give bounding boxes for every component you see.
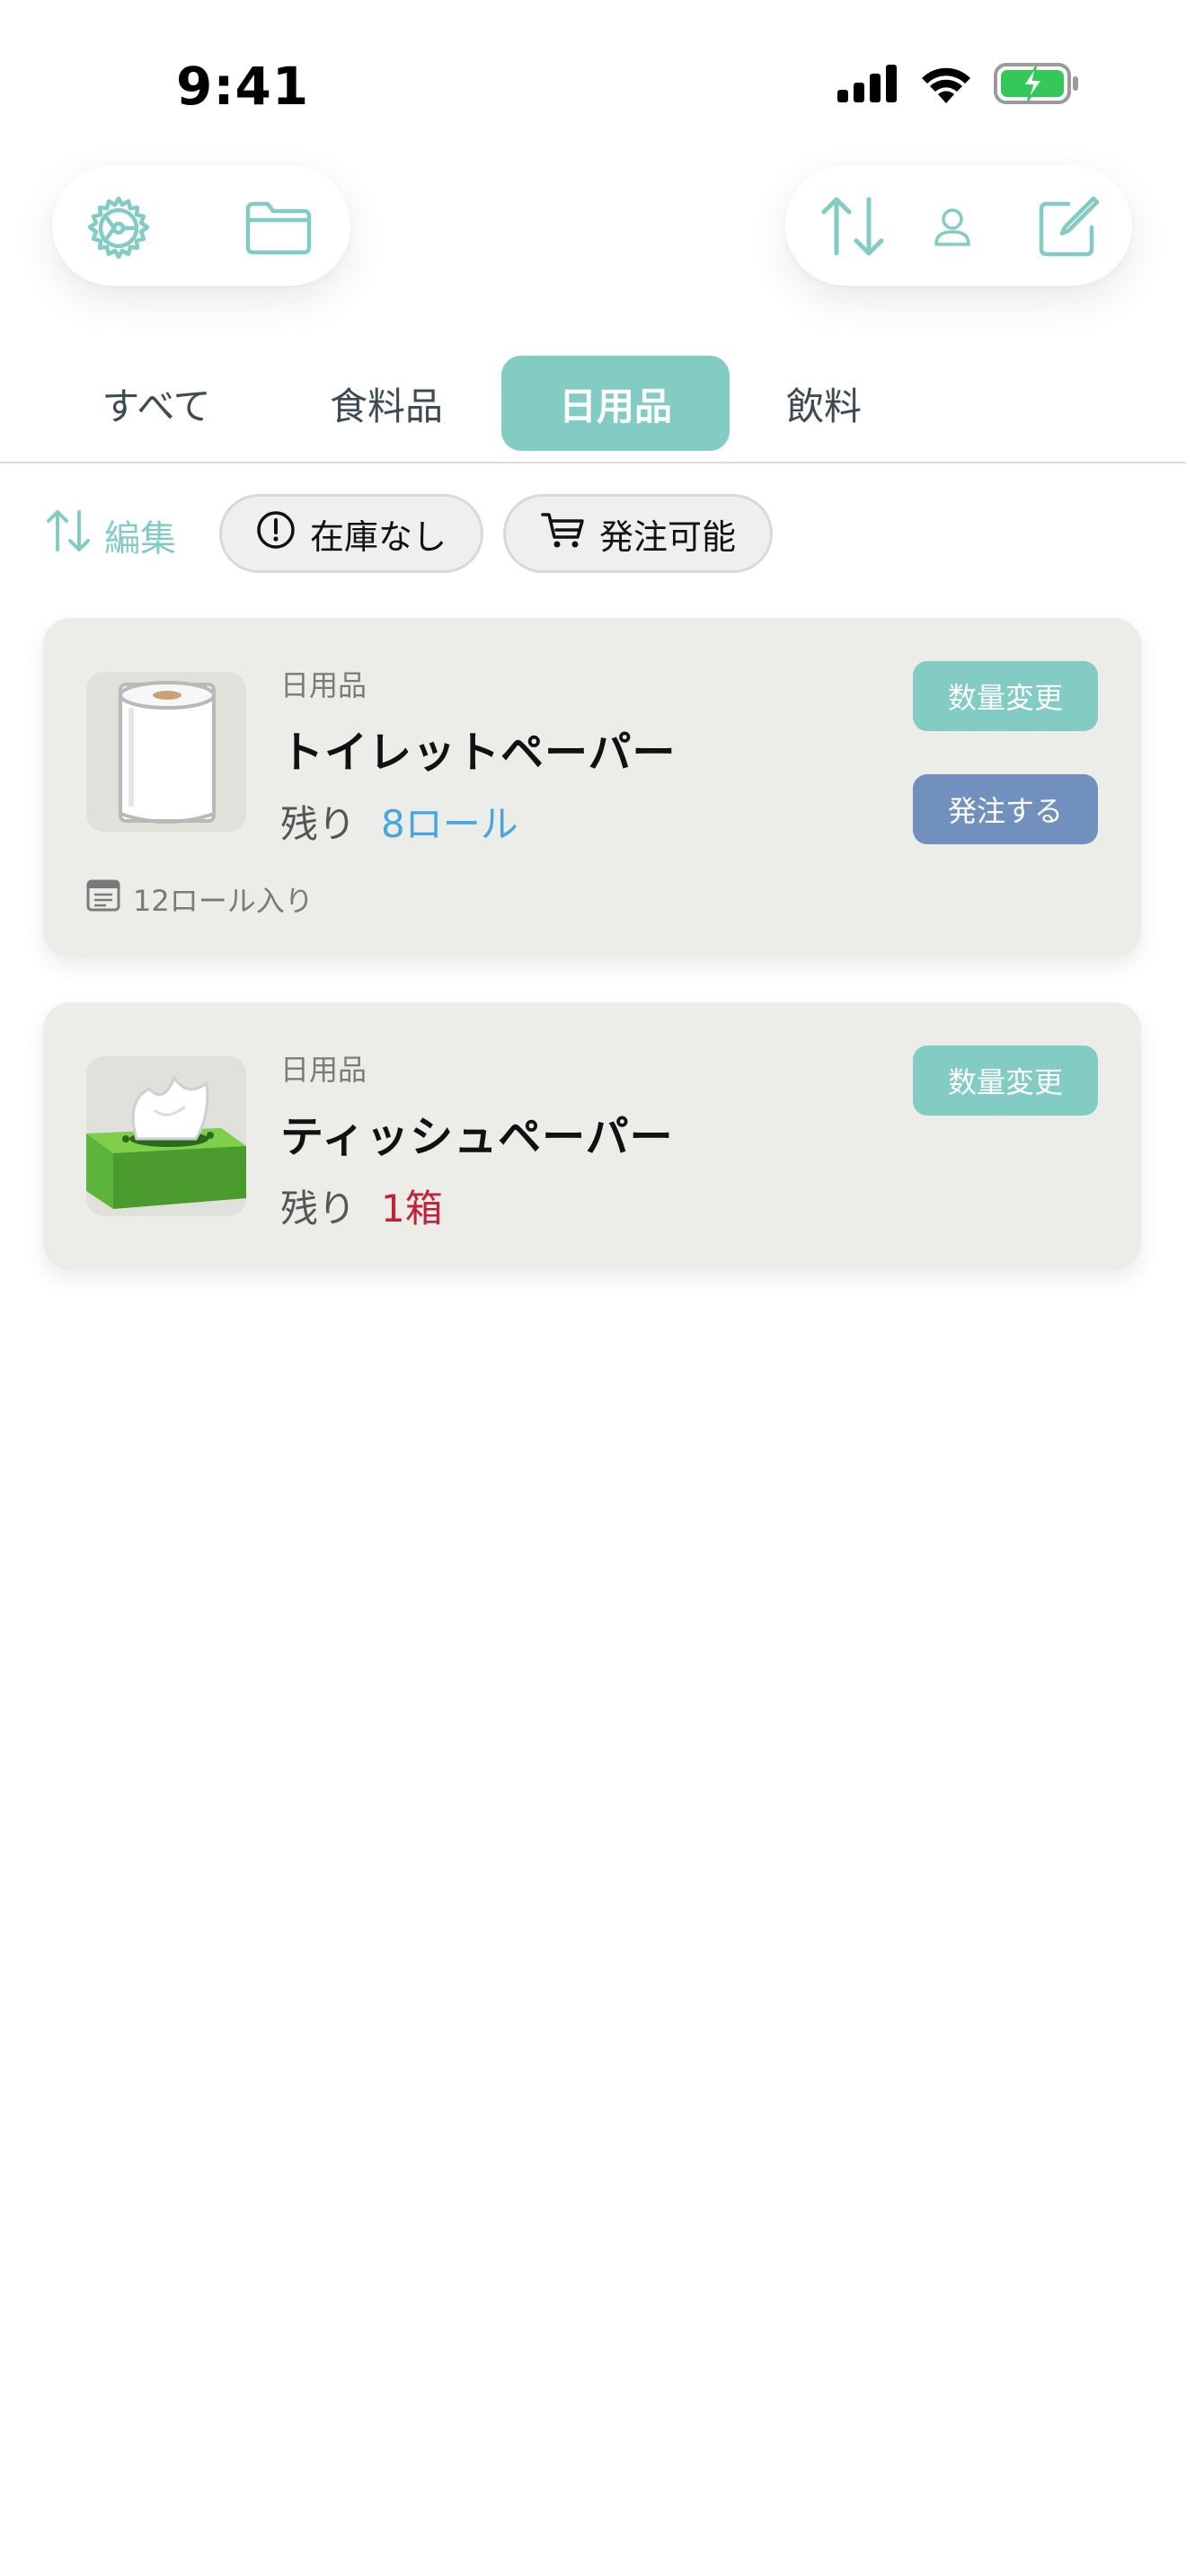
toolbar-left-group [52,165,350,286]
item-card[interactable]: 日用品 ティッシュペーパー 残り 1箱 数量変更 [43,1002,1141,1270]
tabs-divider [0,462,1186,463]
tab-daily-goods[interactable]: 日用品 [501,356,730,451]
filter-chip-orderable[interactable]: 発注可能 [503,494,773,573]
filter-chip-out-of-stock[interactable]: 在庫なし [219,494,483,573]
cart-icon [540,510,585,558]
folder-icon[interactable] [243,192,314,264]
item-name: トイレットペーパー [280,728,677,778]
edit-sort-button[interactable]: 編集 [45,503,176,568]
toilet-paper-image [86,672,246,832]
item-category: 日用品 [280,668,367,702]
exclamation-circle-icon [256,510,296,558]
wifi-icon [918,64,974,103]
status-icons [837,63,1080,104]
cellular-signal-icon [837,65,898,102]
battery-charging-icon [994,63,1080,104]
edit-label: 編集 [104,518,176,560]
tissue-box-image [86,1056,246,1216]
change-quantity-button[interactable]: 数量変更 [913,1045,1098,1116]
settings-gear-icon[interactable] [83,192,155,264]
place-order-button[interactable]: 発注する [913,774,1098,844]
tab-food[interactable]: 食料品 [314,356,458,451]
note-icon [86,879,120,919]
item-note: 12ロール入り [86,878,314,920]
remaining-label: 残り [280,1187,357,1231]
change-quantity-button[interactable]: 数量変更 [913,661,1098,731]
filter-chip-label: 発注可能 [598,516,736,557]
item-stock: 残り 1箱 [280,1178,443,1233]
toolbar-right-group [785,165,1132,286]
item-name: ティッシュペーパー [280,1112,674,1162]
remaining-label: 残り [280,802,357,846]
sort-arrows-icon [45,508,92,562]
tab-all[interactable]: すべて [84,356,228,451]
status-bar: 9:41 [0,0,1186,171]
compose-icon[interactable] [1033,190,1105,262]
sort-by-user-icon[interactable] [818,190,979,262]
item-stock: 残り 8ロール [280,794,518,849]
item-card[interactable]: 日用品 トイレットペーパー 残り 8ロール 数量変更 発注する 12ロール入り [43,618,1141,957]
filter-chip-label: 在庫なし [309,516,447,557]
category-tabs: すべて 食料品 日用品 飲料 [0,356,1186,463]
remaining-quantity: 1箱 [381,1187,443,1231]
filter-row: 編集 在庫なし 発注可能 [0,494,1186,577]
item-category: 日用品 [280,1053,367,1087]
item-note-text: 12ロール入り [133,884,314,918]
status-time: 9:41 [176,56,310,117]
tab-drinks[interactable]: 飲料 [769,356,879,451]
remaining-quantity: 8ロール [381,802,518,846]
